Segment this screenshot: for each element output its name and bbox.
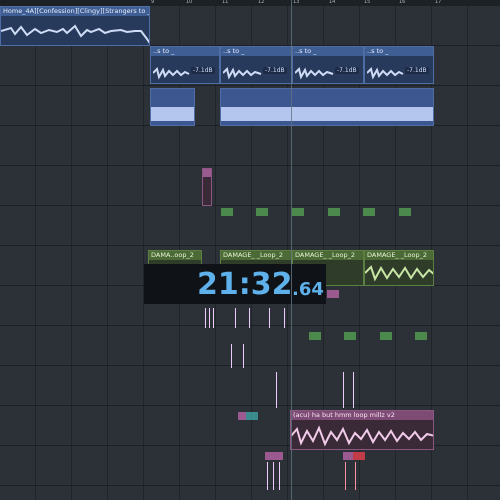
note-marker [279, 462, 280, 490]
ruler-tick: 11 [222, 0, 229, 5]
note-marker [273, 462, 274, 490]
clip-header[interactable] [353, 452, 365, 460]
note-marker [284, 308, 285, 328]
ruler-tick: 15 [364, 0, 371, 5]
time-main: 21:32 [197, 267, 293, 302]
audio-clip-vocal[interactable]: Home_4A][Confession][Clingy][Strangers t… [0, 6, 150, 46]
ruler-tick: 13 [293, 0, 300, 5]
clip-title: DAMA..oop_2 [149, 251, 201, 260]
clip-header[interactable] [328, 208, 340, 216]
note-marker [353, 372, 354, 408]
gain-label: -7.1dB [263, 67, 287, 74]
waveform [153, 67, 190, 80]
playhead[interactable] [291, 0, 292, 500]
clip-title: ..s to _ [221, 47, 291, 56]
note-marker [205, 308, 206, 328]
gain-label: -7.1dB [405, 67, 429, 74]
time-fraction: .64 [292, 279, 324, 300]
clip-header[interactable] [380, 332, 392, 340]
ruler-tick: 12 [258, 0, 265, 5]
audio-clip[interactable]: ..s to _ -7.1dB [220, 46, 292, 84]
waveform [223, 67, 262, 80]
clip-title: Home_4A][Confession][Clingy][Strangers t… [1, 7, 149, 16]
note-marker [209, 308, 210, 328]
clip-header[interactable] [221, 208, 233, 216]
note-marker [243, 344, 244, 368]
note-marker [343, 372, 344, 408]
ruler-tick: 14 [329, 0, 336, 5]
note-marker [345, 462, 346, 490]
pattern-clip[interactable] [150, 88, 195, 126]
audio-clip-acu[interactable]: (acu) ha but hmm loop millz v2 [290, 410, 434, 450]
clip-header[interactable] [327, 290, 339, 298]
clip-header[interactable] [399, 208, 411, 216]
clip-header[interactable] [363, 208, 375, 216]
clip-title: DAMAGE_ _Loop_2 [293, 251, 363, 260]
gain-label: -7.1dB [335, 67, 359, 74]
clip-header[interactable] [292, 208, 304, 216]
clip-header[interactable] [265, 452, 283, 460]
clip-header [203, 169, 211, 177]
waveform [365, 265, 433, 282]
waveform [367, 67, 404, 80]
note-marker [267, 462, 268, 490]
clip-title: ..s to _ [151, 47, 219, 56]
time-display: 21:32 .64 [144, 264, 326, 304]
note-marker [213, 308, 214, 328]
audio-clip[interactable]: ..s to _ -7.1dB [364, 46, 434, 84]
note-marker [355, 462, 356, 490]
ruler-tick: 9 [151, 0, 155, 5]
waveform [1, 24, 149, 44]
clip-header[interactable] [415, 332, 427, 340]
clip-header[interactable] [309, 332, 321, 340]
audio-clip[interactable]: ..s to _ -7.1dB [292, 46, 364, 84]
clip-title: DAMAGE_ _Loop_2 [365, 251, 433, 260]
clip-header[interactable] [256, 208, 268, 216]
waveform [221, 107, 433, 121]
gain-label: -7.1dB [191, 67, 215, 74]
audio-clip[interactable]: ..s to _ -7.1dB [150, 46, 220, 84]
audio-clip-small[interactable] [202, 168, 212, 206]
note-marker [269, 308, 270, 328]
clip-title: ..s to _ [365, 47, 433, 56]
clip-header[interactable] [344, 332, 356, 340]
audio-clip-loop[interactable]: DAMAGE_ _Loop_2 [364, 250, 434, 286]
clip-header[interactable] [246, 412, 258, 420]
waveform [151, 107, 194, 121]
waveform [295, 67, 334, 80]
pattern-clip[interactable] [220, 88, 434, 126]
clip-title: ..s to _ [293, 47, 363, 56]
ruler-tick: 10 [186, 0, 193, 5]
clip-title: DAMAGE_ _Loop_2 [221, 251, 291, 260]
clip-title: (acu) ha but hmm loop millz v2 [291, 411, 433, 420]
waveform [291, 425, 433, 447]
note-marker [276, 372, 277, 408]
note-marker [249, 308, 250, 328]
note-marker [231, 344, 232, 368]
ruler-tick: 16 [399, 0, 406, 5]
note-marker [235, 308, 236, 328]
ruler-tick: 17 [435, 0, 442, 5]
